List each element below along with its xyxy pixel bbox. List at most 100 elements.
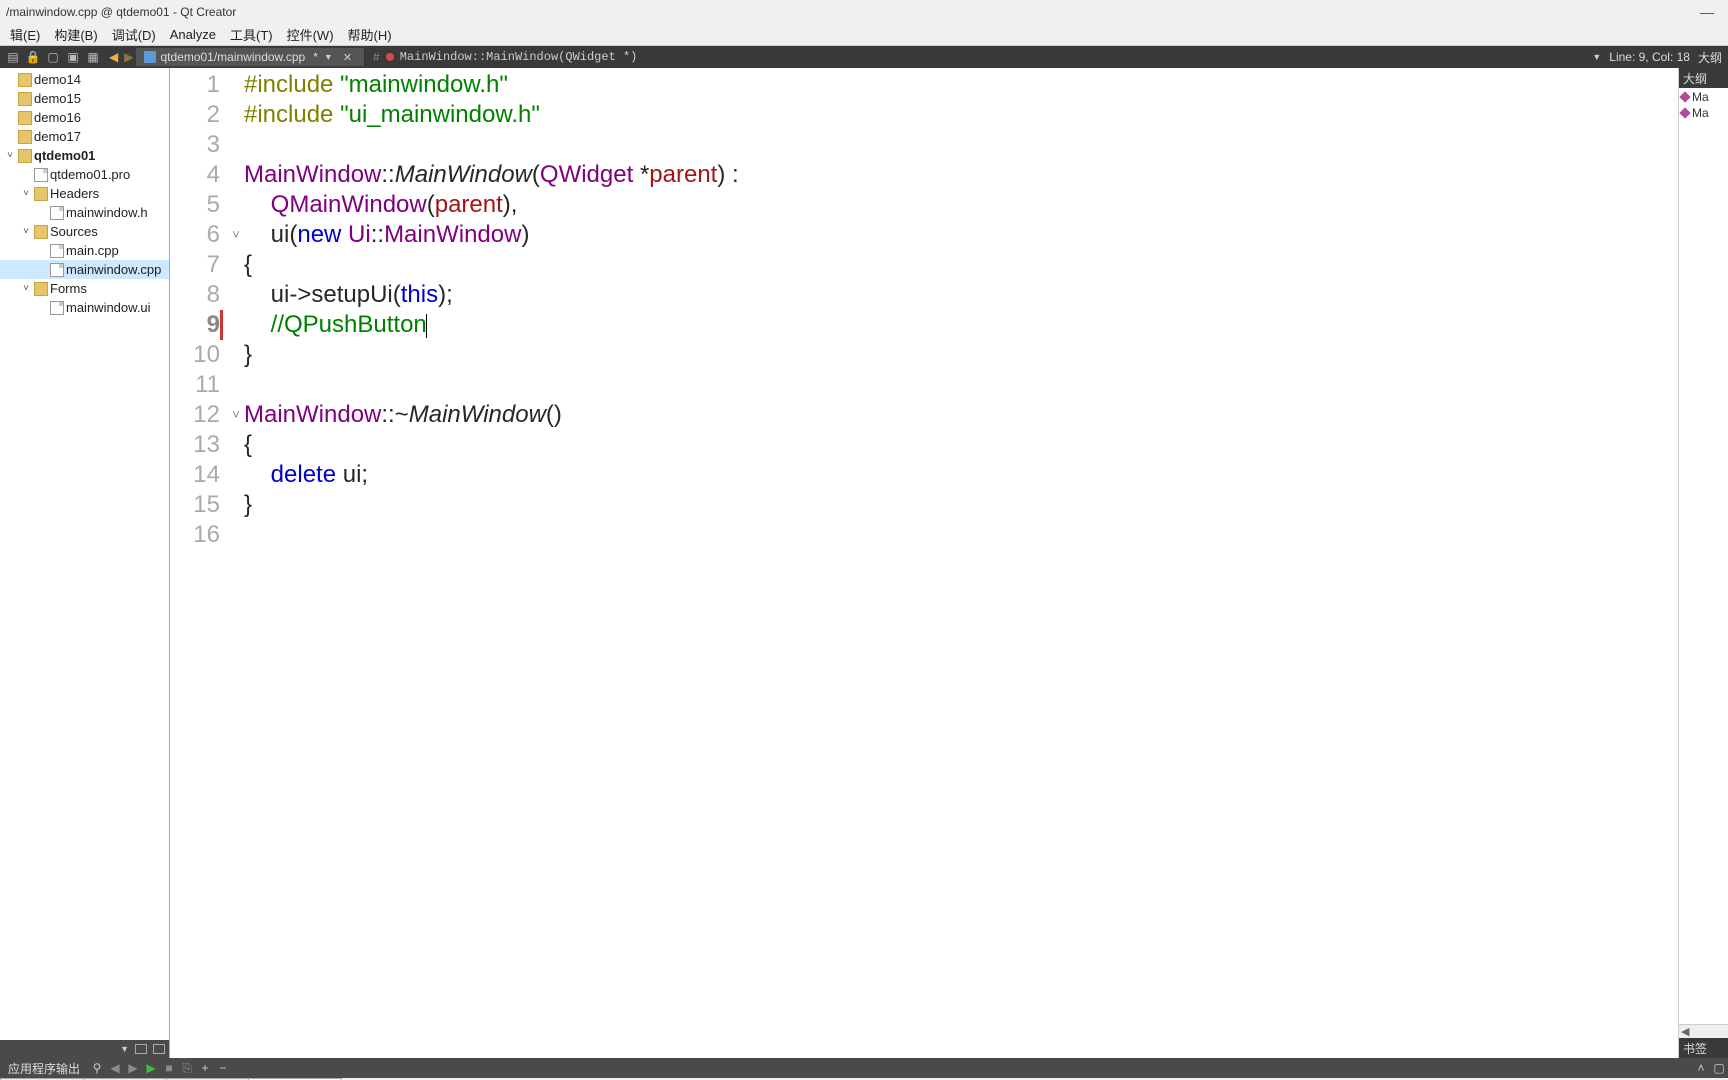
- code-line[interactable]: {: [244, 430, 1678, 460]
- code-line[interactable]: [244, 520, 1678, 550]
- tree-node[interactable]: ˅Sources: [0, 222, 169, 241]
- code-line[interactable]: QMainWindow(parent),: [244, 190, 1678, 220]
- code-line[interactable]: //QPushButton: [244, 310, 1678, 340]
- nav-fwd-icon[interactable]: ▶: [121, 50, 136, 64]
- chevron-down-icon[interactable]: ˅: [20, 226, 32, 237]
- line-number-gutter[interactable]: 12345678910111213141516: [170, 68, 228, 1058]
- tree-node[interactable]: demo15: [0, 89, 169, 108]
- toolbar-icon-5[interactable]: ▦: [86, 50, 100, 64]
- line-number[interactable]: 7: [170, 250, 220, 280]
- tree-footer-btn-1[interactable]: [135, 1044, 147, 1054]
- toolbar-dropdown-icon[interactable]: ▼: [1592, 52, 1601, 62]
- menu-item[interactable]: Analyze: [164, 25, 222, 44]
- toolbar-icon-4[interactable]: ▣: [66, 50, 80, 64]
- code-line[interactable]: ui(new Ui::MainWindow): [244, 220, 1678, 250]
- minimize-button[interactable]: —: [1692, 4, 1722, 20]
- output-run-icon[interactable]: ▶: [142, 1061, 160, 1075]
- chevron-down-icon[interactable]: ˅: [20, 283, 32, 294]
- fold-toggle-icon[interactable]: ˅: [228, 220, 244, 250]
- outline-label-toolbar[interactable]: 大纲: [1698, 49, 1722, 66]
- line-number[interactable]: 6: [170, 220, 220, 250]
- menu-item[interactable]: 辑(E): [4, 23, 46, 46]
- close-file-tab[interactable]: ✕: [339, 51, 356, 64]
- tree-node[interactable]: ˅ Headers: [0, 184, 169, 203]
- line-col-indicator[interactable]: Line: 9, Col: 18: [1609, 50, 1690, 64]
- tree-node[interactable]: mainwindow.cpp: [0, 260, 169, 279]
- tree-node[interactable]: demo14: [0, 70, 169, 89]
- symbol-breadcrumb[interactable]: # MainWindow::MainWindow(QWidget *): [365, 50, 645, 64]
- tree-node-label: mainwindow.cpp: [66, 262, 161, 277]
- line-number[interactable]: 15: [170, 490, 220, 520]
- tree-node[interactable]: ˅qtdemo01: [0, 146, 169, 165]
- code-line[interactable]: #include "ui_mainwindow.h": [244, 100, 1678, 130]
- tree-node[interactable]: demo17: [0, 127, 169, 146]
- toolbar-icon-2[interactable]: 🔒: [26, 50, 40, 64]
- tree-node[interactable]: ˅Forms: [0, 279, 169, 298]
- line-number[interactable]: 12: [170, 400, 220, 430]
- line-number[interactable]: 2: [170, 100, 220, 130]
- line-number[interactable]: 13: [170, 430, 220, 460]
- toolbar-icon-3[interactable]: ▢: [46, 50, 60, 64]
- line-number[interactable]: 5: [170, 190, 220, 220]
- outline-body[interactable]: Ma Ma: [1679, 88, 1728, 1024]
- output-collapse-icon[interactable]: ˄: [1692, 1061, 1710, 1075]
- tree-node[interactable]: mainwindow.h: [0, 203, 169, 222]
- output-attach-icon[interactable]: ⎘: [178, 1061, 196, 1076]
- tree-footer-dropdown-icon[interactable]: ▼: [120, 1044, 129, 1054]
- code-line[interactable]: }: [244, 340, 1678, 370]
- outline-entry[interactable]: Ma: [1681, 90, 1726, 104]
- tree-node[interactable]: qtdemo01.pro: [0, 165, 169, 184]
- menu-item[interactable]: 工具(T): [224, 23, 279, 46]
- line-number[interactable]: 4: [170, 160, 220, 190]
- nav-back-icon[interactable]: ◀: [106, 50, 121, 64]
- output-prev-icon[interactable]: ◀: [106, 1061, 124, 1075]
- line-number[interactable]: 11: [170, 370, 220, 400]
- outline-entry[interactable]: Ma: [1681, 106, 1726, 120]
- tree-node-label: Headers: [50, 186, 99, 201]
- tree-footer-btn-2[interactable]: [153, 1044, 165, 1054]
- fold-spacer: [228, 70, 244, 100]
- output-filter-icon[interactable]: ⚲: [88, 1061, 106, 1075]
- line-number[interactable]: 1: [170, 70, 220, 100]
- scroll-left-icon[interactable]: ◀: [1681, 1025, 1689, 1038]
- code-line[interactable]: MainWindow::~MainWindow(): [244, 400, 1678, 430]
- tree-node[interactable]: main.cpp: [0, 241, 169, 260]
- file-tab-dropdown-icon[interactable]: ▼: [322, 52, 335, 62]
- line-number[interactable]: 14: [170, 460, 220, 490]
- code-line[interactable]: }: [244, 490, 1678, 520]
- output-maximize-icon[interactable]: ▢: [1710, 1061, 1728, 1075]
- code-line[interactable]: [244, 370, 1678, 400]
- output-remove-icon[interactable]: −: [214, 1061, 232, 1075]
- line-number[interactable]: 9: [170, 310, 220, 340]
- tree-node[interactable]: mainwindow.ui: [0, 298, 169, 317]
- menu-item[interactable]: 构建(B): [48, 23, 103, 46]
- output-next-icon[interactable]: ▶: [124, 1061, 142, 1075]
- open-file-tab[interactable]: qtdemo01/mainwindow.cpp * ▼ ✕: [136, 48, 365, 66]
- line-number[interactable]: 3: [170, 130, 220, 160]
- menu-item[interactable]: 帮助(H): [342, 23, 398, 46]
- line-number[interactable]: 8: [170, 280, 220, 310]
- code-line[interactable]: {: [244, 250, 1678, 280]
- code-line[interactable]: MainWindow::MainWindow(QWidget *parent) …: [244, 160, 1678, 190]
- line-number[interactable]: 16: [170, 520, 220, 550]
- code-line[interactable]: delete ui;: [244, 460, 1678, 490]
- chevron-down-icon[interactable]: ˅: [20, 188, 32, 199]
- bookmark-panel-header[interactable]: 书签: [1679, 1038, 1728, 1058]
- outline-panel-header[interactable]: 大纲: [1679, 68, 1728, 88]
- menu-item[interactable]: 控件(W): [281, 23, 340, 46]
- output-stop-icon[interactable]: ■: [160, 1061, 178, 1075]
- code-line[interactable]: [244, 130, 1678, 160]
- code-line[interactable]: #include "mainwindow.h": [244, 70, 1678, 100]
- code-line[interactable]: ui->setupUi(this);: [244, 280, 1678, 310]
- toolbar-icon-1[interactable]: ▤: [6, 50, 20, 64]
- output-add-icon[interactable]: +: [196, 1061, 214, 1075]
- fold-toggle-icon[interactable]: ˅: [228, 400, 244, 430]
- project-tree[interactable]: demo14demo15demo16demo17˅qtdemo01qtdemo0…: [0, 68, 169, 1040]
- tree-node[interactable]: demo16: [0, 108, 169, 127]
- code-text-area[interactable]: #include "mainwindow.h"#include "ui_main…: [244, 68, 1678, 1058]
- fold-column[interactable]: ˅˅: [228, 68, 244, 1058]
- code-editor[interactable]: 12345678910111213141516 ˅˅ #include "mai…: [170, 68, 1678, 1058]
- line-number[interactable]: 10: [170, 340, 220, 370]
- chevron-down-icon[interactable]: ˅: [4, 150, 16, 161]
- menu-item[interactable]: 调试(D): [106, 23, 162, 46]
